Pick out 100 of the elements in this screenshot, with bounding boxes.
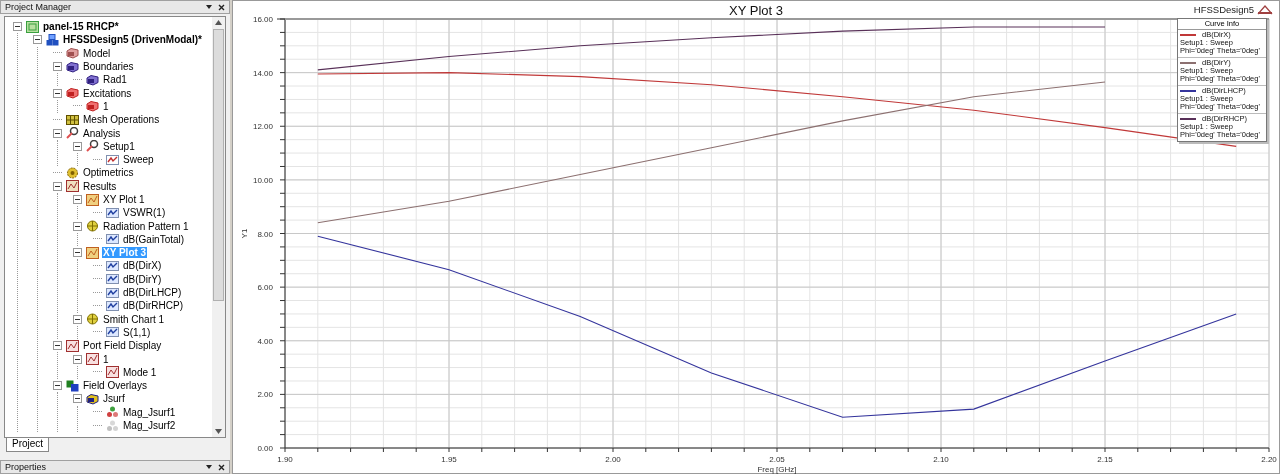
- block-icon: [86, 100, 99, 113]
- graph-icon: [106, 273, 119, 286]
- graph-icon: [106, 286, 119, 299]
- tree-item[interactable]: Port Field Display: [82, 340, 163, 352]
- collapse-toggle[interactable]: [73, 314, 82, 324]
- chart-icon: [86, 246, 99, 259]
- collapse-toggle[interactable]: [73, 248, 82, 258]
- tree-item[interactable]: 1: [102, 353, 110, 365]
- grid-icon: [66, 113, 79, 126]
- tree-item[interactable]: Mesh Operations: [82, 114, 161, 126]
- tree-item[interactable]: XY Plot 1: [102, 194, 146, 205]
- design-name: HFSSDesign5: [1193, 4, 1254, 15]
- axis-tick-label: 2.15: [1097, 455, 1113, 464]
- collapse-toggle[interactable]: [53, 128, 62, 138]
- block-icon: [66, 87, 79, 100]
- panel-title: Project Manager: [5, 2, 72, 12]
- graph-icon: [106, 326, 119, 339]
- tree-item[interactable]: dB(DirX): [122, 260, 163, 272]
- dropdown-icon[interactable]: [205, 4, 213, 10]
- collapse-toggle[interactable]: [53, 341, 62, 351]
- graph-icon: [106, 299, 119, 312]
- tree-item[interactable]: dB(GainTotal): [122, 233, 186, 245]
- axis-tick-label: 1.90: [277, 455, 293, 464]
- axis-tick-label: 0.00: [257, 444, 273, 453]
- axis-tick-label: 2.00: [257, 390, 273, 400]
- tree-item[interactable]: Results: [82, 180, 118, 192]
- tree-item[interactable]: 1: [102, 100, 110, 112]
- axis-tick-label: 16.00: [252, 15, 273, 24]
- dots-icon: [106, 419, 119, 432]
- graph-icon: [106, 153, 119, 166]
- axis-tick-label: 12.00: [252, 122, 273, 132]
- tree-item[interactable]: panel-15 RHCP*: [42, 21, 120, 33]
- scroll-up-icon[interactable]: [215, 20, 222, 25]
- panel-title: Properties: [5, 462, 47, 472]
- collapse-toggle[interactable]: [13, 22, 22, 32]
- dots-icon: [106, 406, 119, 419]
- tree-item[interactable]: Rad1: [102, 74, 128, 86]
- tree-item[interactable]: Mag_Jsurf2: [122, 420, 177, 432]
- graph-icon: [106, 260, 119, 272]
- axis-tick-label: 8.00: [257, 229, 273, 239]
- chart-icon: [86, 353, 99, 366]
- cubes-icon: [46, 33, 59, 46]
- panel-tab[interactable]: Project: [6, 438, 50, 452]
- block-icon: [86, 73, 99, 86]
- collapse-toggle[interactable]: [53, 381, 62, 391]
- tree-item[interactable]: Field Overlays: [82, 380, 148, 392]
- axis-tick-label: 2.20: [1261, 455, 1277, 464]
- tree-item[interactable]: Model: [82, 47, 112, 59]
- collapse-toggle[interactable]: [73, 354, 82, 364]
- collapse-toggle[interactable]: [73, 141, 82, 151]
- axis-tick-label: 1.95: [441, 455, 457, 464]
- globe-icon: [86, 220, 99, 233]
- tree-item[interactable]: Boundaries: [82, 61, 135, 73]
- tree-item[interactable]: Setup1: [102, 140, 136, 152]
- axis-tick-label: 2.05: [769, 455, 785, 464]
- axis-tick-label: 4.00: [257, 336, 273, 346]
- axis-tick-label: 2.00: [605, 455, 621, 464]
- globe-icon: [86, 313, 99, 326]
- tree-item[interactable]: HFSSDesign5 (DrivenModal)*: [62, 34, 203, 46]
- axis-tick-label: 6.00: [257, 283, 273, 293]
- tree-item[interactable]: Jsurf: [102, 393, 126, 405]
- tree-item[interactable]: Mag_Jsurf1: [122, 406, 177, 418]
- tree-item[interactable]: Analysis: [82, 127, 122, 139]
- tree-item[interactable]: Optimetrics: [82, 167, 135, 179]
- tree-item[interactable]: VSWR(1): [122, 207, 167, 219]
- probe-icon: [86, 140, 99, 153]
- dropdown-icon[interactable]: [205, 464, 213, 470]
- axis-tick-label: 14.00: [252, 68, 273, 78]
- tree-item[interactable]: Sweep: [122, 154, 155, 166]
- collapse-toggle[interactable]: [53, 181, 62, 191]
- chart-icon: [86, 193, 99, 206]
- tree-item[interactable]: Excitations: [82, 87, 133, 99]
- collapse-toggle[interactable]: [53, 88, 62, 98]
- collapse-toggle[interactable]: [33, 35, 42, 45]
- collapse-toggle[interactable]: [73, 195, 82, 204]
- scroll-thumb[interactable]: [213, 29, 224, 301]
- axis-title: Y1: [240, 228, 249, 239]
- tree-item[interactable]: dB(DirRHCP): [122, 300, 184, 312]
- tree-item[interactable]: dB(DirLHCP): [122, 287, 183, 299]
- graph-icon: [106, 233, 119, 246]
- scrollbar[interactable]: [212, 17, 225, 437]
- tree-item[interactable]: Mode 1: [122, 366, 158, 378]
- tree-item[interactable]: dB(DirY): [122, 273, 163, 285]
- scroll-down-icon[interactable]: [215, 429, 222, 434]
- probe-icon: [66, 127, 79, 139]
- collapse-toggle[interactable]: [73, 221, 82, 231]
- tree-item[interactable]: S(1,1): [122, 326, 152, 338]
- chart-icon: [66, 339, 79, 352]
- collapse-toggle[interactable]: [53, 62, 62, 72]
- block-icon: [66, 60, 79, 73]
- chart-icon: [66, 180, 79, 193]
- axis-title: Freq [GHz]: [757, 465, 797, 474]
- layers-icon: [66, 379, 79, 392]
- close-icon[interactable]: [218, 3, 225, 11]
- logo-icon: [1257, 5, 1273, 15]
- tree-item[interactable]: Smith Chart 1: [102, 313, 166, 325]
- tree-item[interactable]: Radiation Pattern 1: [102, 220, 190, 232]
- graph-icon: [106, 206, 119, 219]
- close-icon[interactable]: [218, 463, 225, 471]
- collapse-toggle[interactable]: [73, 394, 82, 404]
